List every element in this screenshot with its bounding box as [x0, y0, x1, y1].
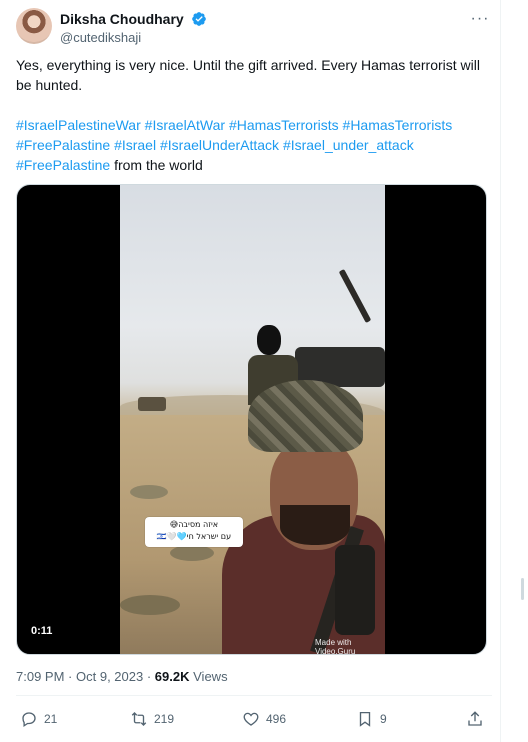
- avatar[interactable]: [16, 8, 52, 44]
- views-count: 69.2K: [154, 669, 190, 684]
- hashtag-link[interactable]: #HamasTerrorists: [229, 117, 339, 133]
- hashtag-link[interactable]: #Israel: [114, 137, 156, 153]
- tweet-header: Diksha Choudhary @cutedikshaji ···: [16, 8, 492, 45]
- action-bar: 21 219 496 9: [16, 706, 492, 732]
- hashtag-link[interactable]: #Israel_under_attack: [283, 137, 414, 153]
- tweet-date[interactable]: Oct 9, 2023: [76, 669, 143, 684]
- hashtag-link[interactable]: #IsraelPalestineWar: [16, 117, 141, 133]
- hashtag-link[interactable]: #FreePalastine: [16, 157, 110, 173]
- trailing-text: from the world: [114, 157, 203, 173]
- sticker-line: עם ישראל חי🩵🤍🇮🇱: [156, 532, 232, 541]
- display-name[interactable]: Diksha Choudhary: [60, 11, 184, 27]
- video-caption-sticker: איזה מסיבה😅 עם ישראל חי🩵🤍🇮🇱: [145, 517, 243, 547]
- more-dots-icon[interactable]: ···: [468, 10, 492, 30]
- video-duration: 0:11: [27, 624, 57, 638]
- reply-button[interactable]: 21: [20, 706, 57, 732]
- repost-icon: [131, 712, 147, 726]
- like-count: 496: [266, 712, 287, 726]
- tweet-text: Yes, everything is very nice. Until the …: [16, 57, 480, 93]
- bookmark-count: 9: [380, 712, 387, 726]
- user-handle[interactable]: @cutedikshaji: [60, 30, 207, 45]
- hashtag-link[interactable]: #IsraelAtWar: [145, 117, 225, 133]
- hashtag-link[interactable]: #IsraelUnderAttack: [160, 137, 279, 153]
- sticker-line: איזה מסיבה😅: [169, 520, 219, 529]
- reply-icon: [22, 712, 36, 728]
- share-button[interactable]: [466, 706, 484, 732]
- scrollbar-thumb[interactable]: [521, 578, 524, 600]
- hashtag-link[interactable]: #FreePalastine: [16, 137, 110, 153]
- side-panel-edge: [501, 0, 528, 742]
- views-label: Views: [193, 669, 228, 684]
- hashtag-link[interactable]: #HamasTerrorists: [343, 117, 453, 133]
- like-button[interactable]: 496: [242, 706, 286, 732]
- vehicle-distant: [138, 397, 166, 411]
- video-watermark: Made with Video.Guru: [315, 638, 356, 655]
- repost-count: 219: [154, 712, 175, 726]
- hashtag-block: #IsraelPalestineWar #IsraelAtWar #HamasT…: [16, 115, 490, 175]
- bookmark-icon: [359, 711, 371, 727]
- verified-badge-icon: [192, 11, 206, 26]
- user-info[interactable]: Diksha Choudhary @cutedikshaji: [60, 10, 207, 45]
- video-player[interactable]: איזה מסיבה😅 עם ישראל חי🩵🤍🇮🇱 Made with Vi…: [16, 184, 487, 655]
- bookmark-button[interactable]: 9: [356, 706, 387, 732]
- divider: [16, 695, 492, 696]
- reply-count: 21: [44, 712, 58, 726]
- like-heart-icon: [243, 712, 259, 726]
- repost-button[interactable]: 219: [130, 706, 174, 732]
- tweet-meta: 7:09 PM · Oct 9, 2023 · 69.2K Views: [16, 669, 228, 684]
- video-frame: איזה מסיבה😅 עם ישראל חי🩵🤍🇮🇱 Made with Vi…: [120, 185, 385, 655]
- share-icon: [468, 711, 482, 726]
- tweet-time[interactable]: 7:09 PM: [16, 669, 64, 684]
